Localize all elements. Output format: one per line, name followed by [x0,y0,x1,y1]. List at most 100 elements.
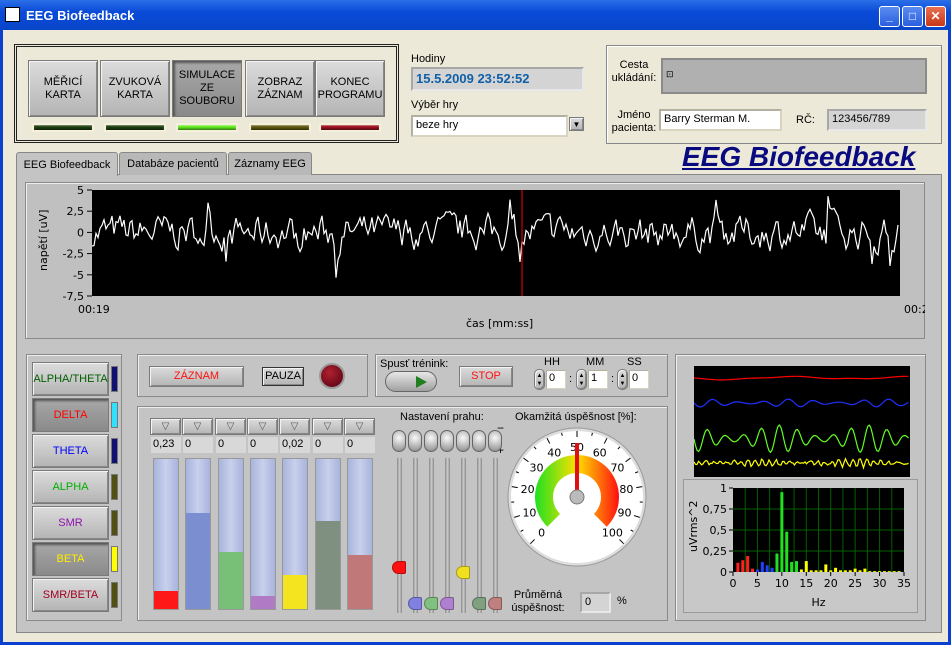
x-tick-label: 30 [873,577,887,590]
threshold-marker[interactable] [408,597,422,610]
spectrum-bar [805,561,808,572]
mode-button[interactable]: KONEC PROGRAMU [315,60,385,117]
spectrum-bar [746,556,749,572]
spectrum-bar [834,568,837,572]
gauge-hub [570,490,584,504]
play-icon [416,376,427,388]
spectrum-bar [854,569,857,572]
spectrum-bar [839,570,842,572]
x-tick-label: 00:19 [78,303,110,316]
hh-spinner[interactable]: ▲ ▼ [534,369,545,390]
threshold-marker[interactable] [456,566,470,579]
threshold-marker[interactable] [424,597,438,610]
threshold-knob[interactable] [488,430,502,452]
up-icon: ▲ [579,372,585,380]
meter-bar [250,458,276,610]
band-button-beta[interactable]: BETA [32,542,109,576]
path-input[interactable]: ⊡ [661,58,927,94]
meter-arrow-button[interactable]: ▽ [279,418,310,435]
gauge-tick-label: 60 [593,446,607,459]
spectrum-chart: 1 0,75 0,5 0,25 00 5 10 15 20 25 30 35 Hz uVrms^2 [683,479,918,613]
y-tick-label: 5 [77,184,84,197]
start-training-toggle[interactable] [385,371,437,392]
y-axis-label: napětí [uV] [37,210,50,271]
threshold-track [445,458,450,613]
mode-button[interactable]: ZOBRAZ ZÁZNAM [245,60,315,117]
ss-input[interactable]: 0 [629,370,649,389]
tab-eeg-biofeedback[interactable]: EEG Biofeedback [16,152,118,176]
threshold-marker[interactable] [472,597,486,610]
spectrum-bar [751,569,754,572]
start-training-label: Spusť trénink: [380,358,448,370]
band-button-smr[interactable]: SMR [32,506,109,540]
mode-button[interactable]: MĚŘICÍ KARTA [28,60,98,117]
hh-input[interactable]: 0 [546,370,566,389]
mm-input[interactable]: 1 [588,370,608,389]
meter-arrow-button[interactable]: ▽ [247,418,278,435]
mm-spinner[interactable]: ▲ ▼ [576,369,587,390]
threshold-knob[interactable] [472,430,486,452]
tab-eeg-records[interactable]: Záznamy EEG [228,152,312,175]
threshold-track [461,458,466,613]
threshold-track [477,458,482,613]
meter-fill [186,513,210,609]
gauge-tick-label: 10 [522,506,536,519]
band-indicator [111,438,118,464]
meter-bar [185,458,211,610]
spectrum-bar [878,571,881,572]
patient-name-input[interactable]: Barry Sterman M. [659,109,782,131]
threshold-marker[interactable] [440,597,454,610]
y-axis-label: uVrms^2 [687,501,700,553]
band-indicator [111,366,118,392]
maximize-button[interactable]: □ [902,6,923,27]
y-tick-label: 0 [77,226,84,239]
threshold-track [429,458,434,613]
threshold-marker[interactable] [392,561,406,574]
meter-arrow-button[interactable]: ▽ [312,418,343,435]
meter-bar [218,458,244,610]
gauge-label: Okamžitá úspěšnost [%]: [515,411,637,423]
minimize-button[interactable]: _ [879,6,900,27]
band-button-theta[interactable]: THETA [32,434,109,468]
recording-led [319,363,345,389]
record-button[interactable]: ZÁZNAM [149,366,244,387]
tab-patient-database[interactable]: Databáze pacientů [119,152,227,175]
threshold-knob[interactable] [424,430,438,452]
meter-arrow-button[interactable]: ▽ [215,418,246,435]
threshold-knob[interactable] [408,430,422,452]
band-button-delta[interactable]: DELTA [32,398,109,432]
title-bar: EEG Biofeedback _ □ ✕ [0,0,951,30]
window-title: EEG Biofeedback [26,8,134,23]
spectrum-bar [898,571,901,572]
mode-button[interactable]: ZVUKOVÁ KARTA [100,60,170,117]
meter-bar [347,458,373,610]
threshold-knob[interactable] [392,430,406,452]
spectrum-bar [829,570,832,572]
y-tick-label: 0,25 [703,545,728,558]
meter-value: 0,23 [151,437,181,453]
threshold-knob[interactable] [456,430,470,452]
threshold-marker[interactable] [488,597,502,610]
close-button[interactable]: ✕ [925,6,946,27]
meter-arrow-button[interactable]: ▽ [182,418,213,435]
meter-arrow-button[interactable]: ▽ [150,418,181,435]
chevron-down-icon[interactable]: ▼ [569,117,584,131]
band-button-alpha-theta[interactable]: ALPHA/THETA [32,362,109,396]
mode-led [249,123,311,132]
band-button-smr-beta[interactable]: SMR/BETA [32,578,109,612]
meter-fill [251,596,275,610]
x-tick-label: 0 [730,577,737,590]
y-tick-label: -7,5 [63,290,84,303]
tab-label: Záznamy EEG [234,158,306,170]
meter-bar [282,458,308,610]
mode-button[interactable]: SIMULACE ZE SOUBORU [172,60,242,117]
pause-button[interactable]: PAUZA [262,367,304,386]
threshold-knob[interactable] [440,430,454,452]
stop-button[interactable]: STOP [459,366,513,387]
band-button-alpha[interactable]: ALPHA [32,470,109,504]
ss-spinner[interactable]: ▲ ▼ [617,369,628,390]
meter-arrow-button[interactable]: ▽ [344,418,375,435]
game-select[interactable]: beze hry [411,115,568,137]
rc-input[interactable]: 123456/789 [827,109,927,131]
meter-value: 0 [313,437,343,453]
